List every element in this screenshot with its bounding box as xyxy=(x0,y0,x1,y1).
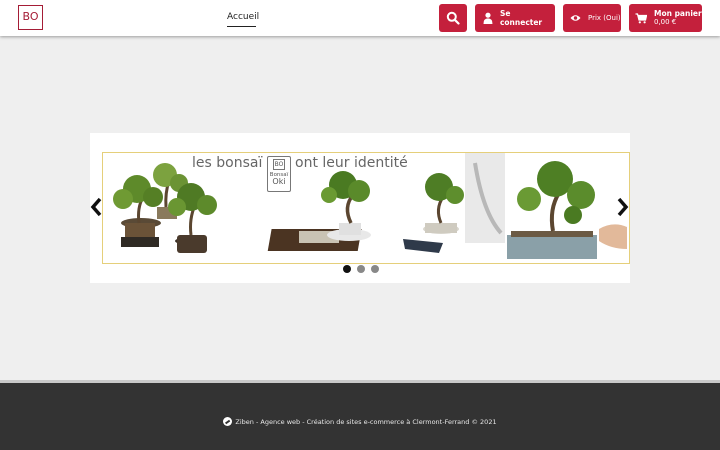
cart-total: 0,00 € xyxy=(654,18,677,26)
nav-active-underline xyxy=(227,26,256,27)
footer-credit-text[interactable]: Ziben - Agence web - Création de sites e… xyxy=(235,418,496,426)
cart-icon xyxy=(635,12,647,23)
cart-summary: Mon panier 0,00 € xyxy=(654,9,702,27)
login-button[interactable]: Se connecter xyxy=(475,4,555,32)
slider-next-arrow-icon[interactable] xyxy=(615,197,629,217)
login-button-label: Se connecter xyxy=(499,9,543,27)
site-header: BO Accueil Se connecter Prix (Oui) Mon p xyxy=(0,0,720,36)
slider-dot-3[interactable] xyxy=(371,265,379,273)
ziben-logo-icon xyxy=(223,417,233,426)
banner-slider: les bonsaï BO Bonsaï Oki ont leur identi… xyxy=(90,133,630,283)
site-footer: Ziben - Agence web - Création de sites e… xyxy=(0,383,720,450)
price-toggle-label: Prix (Oui) xyxy=(588,14,621,22)
cart-button[interactable]: Mon panier 0,00 € xyxy=(629,4,702,32)
slide-banner[interactable]: les bonsaï BO Bonsaï Oki ont leur identi… xyxy=(102,152,630,264)
slider-dot-1[interactable] xyxy=(343,265,351,273)
site-logo[interactable]: BO xyxy=(18,5,43,30)
banner-title-right: ont leur identité xyxy=(295,155,408,171)
slider-dot-2[interactable] xyxy=(357,265,365,273)
banner-brand-logo: BO Bonsaï Oki xyxy=(267,156,291,192)
footer-credit-line: Ziben - Agence web - Création de sites e… xyxy=(0,417,720,426)
banner-logo-line2: Oki xyxy=(272,177,286,186)
banner-title-left: les bonsaï xyxy=(192,155,263,171)
price-toggle-button[interactable]: Prix (Oui) xyxy=(563,4,621,32)
slider-prev-arrow-icon[interactable] xyxy=(90,197,104,217)
user-icon xyxy=(483,12,493,24)
slider-pagination xyxy=(343,265,379,273)
search-icon xyxy=(446,11,460,25)
banner-logo-top: BO xyxy=(273,159,285,170)
nav-link-home[interactable]: Accueil xyxy=(227,12,259,22)
search-button[interactable] xyxy=(439,4,467,32)
eye-icon xyxy=(570,15,581,21)
cart-title: Mon panier xyxy=(654,9,702,18)
